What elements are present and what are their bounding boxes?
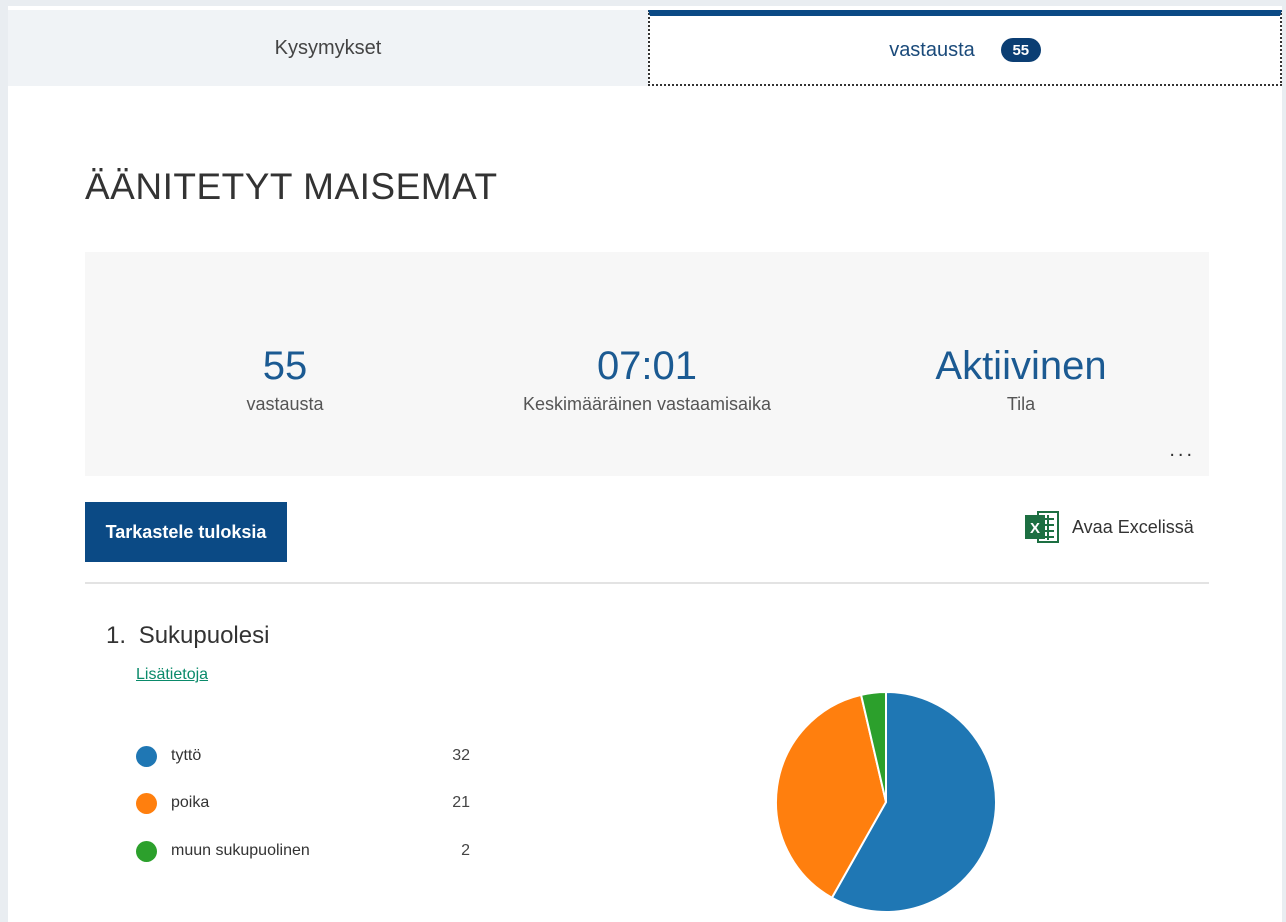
view-results-button[interactable]: Tarkastele tuloksia <box>85 502 287 562</box>
stat-average-time-value: 07:01 <box>596 344 698 388</box>
open-in-excel-label: Avaa Excelissä <box>1072 516 1194 537</box>
frame-top <box>0 0 1286 6</box>
legend-item: tyttö 32 <box>136 742 476 770</box>
tab-questions[interactable]: Kysymykset <box>8 10 648 86</box>
legend-swatch <box>136 792 157 814</box>
responses-count-badge: 55 <box>1000 38 1041 62</box>
legend-label: tyttö <box>171 747 202 764</box>
tab-responses-label: vastausta <box>889 38 975 61</box>
more-info-link[interactable]: Lisätietoja <box>136 666 208 684</box>
question-text: Sukupuolesi <box>138 622 270 649</box>
legend-count: 21 <box>452 794 470 811</box>
question-number: 1. <box>106 622 127 649</box>
frame-right <box>1282 0 1286 922</box>
excel-icon-letter: X <box>1030 520 1040 537</box>
frame-left <box>0 0 8 922</box>
question-title: 1. Sukupuolesi <box>106 622 269 650</box>
more-icon[interactable]: ... <box>1169 439 1195 462</box>
legend-item: muun sukupuolinen 2 <box>136 837 476 865</box>
summary-panel: 55 vastausta 07:01 Keskimääräinen vastaa… <box>85 252 1209 476</box>
stat-status-label: Tila <box>1006 394 1036 414</box>
tab-responses[interactable]: vastausta 55 <box>648 10 1282 86</box>
legend-count: 32 <box>452 747 470 764</box>
stat-responses: 55 vastausta <box>105 342 465 415</box>
form-title: ÄÄNITETYT MAISEMAT <box>85 166 498 207</box>
stat-responses-label: vastausta <box>246 394 324 414</box>
legend-swatch <box>136 745 157 767</box>
stat-status: Aktiivinen Tila <box>841 342 1201 415</box>
legend-swatch <box>136 840 157 862</box>
tab-bar: Kysymykset vastausta 55 <box>8 10 1282 86</box>
legend-label: muun sukupuolinen <box>171 842 310 859</box>
stat-status-value: Aktiivinen <box>935 344 1107 388</box>
pie-chart <box>775 690 997 913</box>
open-in-excel-link[interactable]: X Avaa Excelissä <box>1024 510 1194 544</box>
stat-responses-value: 55 <box>262 344 308 388</box>
legend-item: poika 21 <box>136 789 476 817</box>
stat-average-time-label: Keskimääräinen vastaamisaika <box>522 394 772 414</box>
legend-count: 2 <box>461 842 470 859</box>
section-divider <box>85 582 1209 584</box>
tab-questions-label: Kysymykset <box>274 36 382 59</box>
stat-average-time: 07:01 Keskimääräinen vastaamisaika <box>467 342 827 415</box>
excel-icon: X <box>1025 511 1059 543</box>
legend-label: poika <box>171 794 210 811</box>
